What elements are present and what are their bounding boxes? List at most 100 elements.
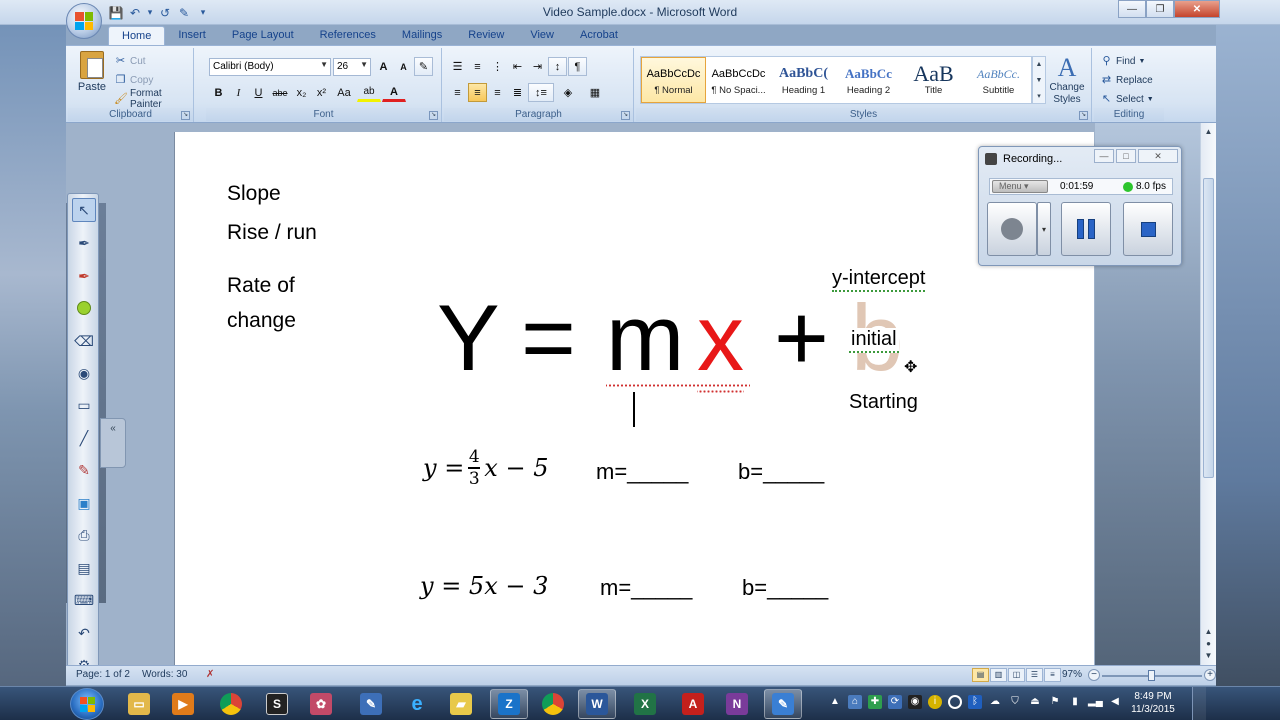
tab-insert[interactable]: Insert — [165, 26, 219, 46]
sort-button[interactable]: ↕ — [548, 57, 567, 76]
zoom-slider-knob[interactable] — [1148, 670, 1155, 681]
minimize-button[interactable]: — — [1118, 0, 1146, 18]
increase-indent-icon[interactable]: ⇥ — [528, 57, 547, 76]
line-tool-icon[interactable]: ╱ — [72, 426, 96, 450]
toolbar-expand-tab[interactable]: « — [100, 418, 126, 468]
tab-home[interactable]: Home — [108, 26, 166, 46]
tab-view[interactable]: View — [517, 26, 567, 46]
explorer-icon[interactable]: ▭ — [120, 689, 158, 719]
full-screen-reading-icon[interactable]: ▥ — [990, 668, 1007, 682]
eraser-tool-icon[interactable]: ⌫ — [72, 329, 96, 353]
bullets-icon[interactable]: ☰ — [448, 57, 467, 76]
show-hide-marks-button[interactable]: ¶ — [568, 57, 587, 76]
record-options-button[interactable]: ▾ — [1037, 202, 1051, 256]
highlighter-tool-icon[interactable] — [72, 296, 96, 320]
style-normal[interactable]: AaBbCcDc ¶ Normal — [641, 57, 706, 103]
folder-icon[interactable]: ▰ — [442, 689, 480, 719]
italic-button[interactable]: I — [229, 83, 248, 102]
change-styles-button[interactable]: A Change Styles — [1048, 54, 1086, 106]
tray-app-icon[interactable]: ✚ — [868, 695, 882, 709]
print-tool-icon[interactable]: ▤ — [72, 556, 96, 580]
tab-acrobat[interactable]: Acrobat — [567, 26, 631, 46]
tray-info-icon[interactable]: i — [928, 695, 942, 709]
multilevel-list-icon[interactable]: ⋮ — [488, 57, 507, 76]
pen-tool-icon[interactable]: ✒ — [72, 231, 96, 255]
grow-font-button[interactable]: A — [374, 57, 393, 76]
shrink-font-button[interactable]: A — [394, 57, 413, 76]
proofing-icon[interactable]: ✗ — [206, 669, 214, 680]
excel-icon[interactable]: X — [626, 689, 664, 719]
tray-shield-icon[interactable]: ⛉ — [1008, 695, 1022, 709]
tray-record-icon[interactable] — [948, 695, 962, 709]
close-button[interactable]: ✕ — [1174, 0, 1220, 18]
zoom-in-button[interactable]: + — [1204, 669, 1216, 681]
font-size-select[interactable]: 26 ▼ — [333, 58, 371, 76]
justify-icon[interactable]: ≣ — [508, 83, 527, 102]
tray-sync-icon[interactable]: ⟳ — [888, 695, 902, 709]
chrome-icon[interactable] — [212, 689, 250, 719]
media-player-icon[interactable]: ▶ — [164, 689, 202, 719]
style-heading-1[interactable]: AaBbC(Heading 1 — [771, 57, 836, 103]
pause-button[interactable] — [1061, 202, 1111, 256]
tray-cloud-icon[interactable]: ☁ — [988, 695, 1002, 709]
change-case-button[interactable]: Aa — [332, 83, 356, 102]
tray-signal-icon[interactable]: ▂▄ — [1088, 695, 1103, 709]
screen-tool-icon[interactable]: ▭ — [72, 393, 96, 417]
acrobat-icon[interactable]: A — [674, 689, 712, 719]
clipboard-launcher-icon[interactable]: ↘ — [181, 111, 190, 120]
zoom-out-button[interactable]: − — [1088, 669, 1100, 681]
zoom-it-icon[interactable]: Z — [490, 689, 528, 719]
style-title[interactable]: AaB Title — [901, 57, 966, 103]
undo-tool-icon[interactable]: ↶ — [72, 621, 96, 645]
highlight-button[interactable]: ab — [357, 83, 381, 102]
pen-red-tool-icon[interactable]: ✒ — [72, 264, 96, 288]
stop-button[interactable] — [1123, 202, 1173, 256]
borders-icon[interactable]: ▦ — [582, 83, 608, 102]
align-right-icon[interactable]: ≡ — [488, 83, 507, 102]
strikethrough-button[interactable]: abe — [269, 83, 291, 102]
next-page-icon[interactable]: ▼ — [1202, 649, 1215, 662]
stamp-tool-icon[interactable]: ⎙ — [72, 523, 96, 547]
underline-button[interactable]: U — [249, 83, 268, 102]
recording-minimize-button[interactable]: — — [1094, 149, 1114, 163]
internet-explorer-icon[interactable]: e — [398, 689, 436, 719]
restore-button[interactable]: ❐ — [1146, 0, 1174, 18]
slides-app-icon[interactable]: S — [258, 689, 296, 719]
tab-references[interactable]: References — [307, 26, 389, 46]
numbering-icon[interactable]: ≡ — [468, 57, 487, 76]
chrome-alt-icon[interactable] — [534, 689, 572, 719]
note-tool-icon[interactable]: ▣ — [72, 491, 96, 515]
tray-bluetooth-icon[interactable]: ᛒ — [968, 695, 982, 709]
office-button[interactable] — [66, 3, 102, 39]
tab-mailings[interactable]: Mailings — [389, 26, 455, 46]
find-button[interactable]: ⚲ Find ▼ — [1100, 52, 1145, 70]
zoom-level[interactable]: 97% — [1062, 669, 1082, 680]
scroll-thumb[interactable] — [1203, 178, 1214, 478]
font-family-select[interactable]: Calibri (Body) ▼ — [209, 58, 331, 76]
zoom-slider[interactable] — [1102, 670, 1202, 681]
scroll-up-icon[interactable]: ▲ — [1202, 125, 1215, 138]
superscript-button[interactable]: x² — [312, 83, 331, 102]
recording-maximize-button[interactable]: □ — [1116, 149, 1136, 163]
paste-button[interactable]: Paste — [74, 51, 110, 103]
tray-usb-icon[interactable]: ⏏ — [1028, 695, 1042, 709]
align-left-icon[interactable]: ≡ — [448, 83, 467, 102]
marker-tool-icon[interactable]: ✎ — [72, 458, 96, 482]
onenote-icon[interactable]: N — [718, 689, 756, 719]
pen-app-icon[interactable]: ✎ — [352, 689, 390, 719]
bold-button[interactable]: B — [209, 83, 228, 102]
start-button[interactable] — [70, 688, 104, 720]
style-subtitle[interactable]: AaBbCc. Subtitle — [966, 57, 1031, 103]
styles-launcher-icon[interactable]: ↘ — [1079, 111, 1088, 120]
tab-review[interactable]: Review — [455, 26, 517, 46]
paint-app-icon[interactable]: ✿ — [302, 689, 340, 719]
record-button[interactable] — [987, 202, 1037, 256]
recording-close-button[interactable]: ✕ — [1138, 149, 1178, 163]
replace-button[interactable]: ⇄ Replace — [1100, 71, 1153, 89]
word-count[interactable]: Words: 30 — [142, 669, 187, 680]
clear-formatting-button[interactable]: ✎ — [414, 57, 433, 76]
tray-security-icon[interactable]: ◉ — [908, 695, 922, 709]
subscript-button[interactable]: x₂ — [292, 83, 311, 102]
tray-arrow-icon[interactable]: ▲ — [828, 695, 842, 709]
recording-menu-button[interactable]: Menu ▾ — [992, 180, 1048, 193]
